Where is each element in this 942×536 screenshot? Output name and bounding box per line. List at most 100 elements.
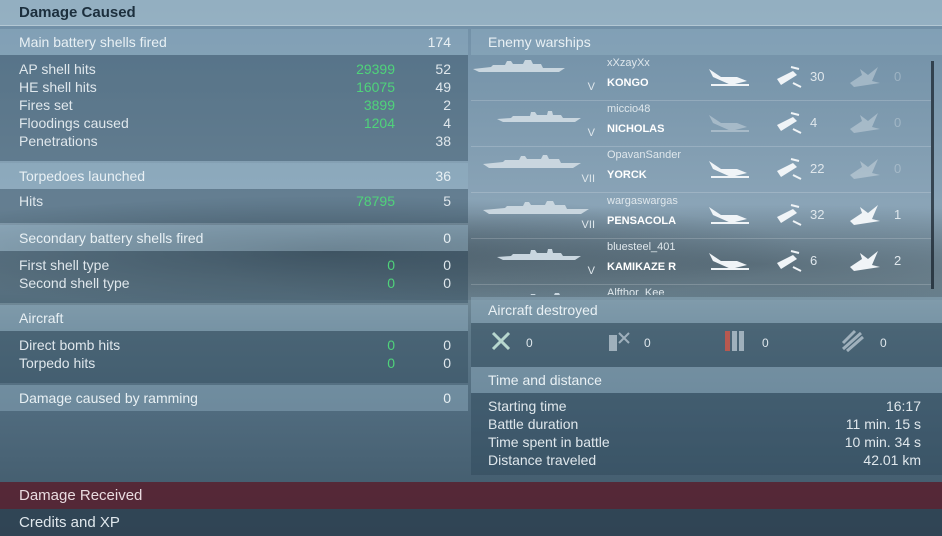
player-name: xXzayXx xyxy=(607,57,650,69)
stat-count: 52 xyxy=(435,61,451,77)
time-row: Starting time 16:17 xyxy=(488,397,921,415)
fire-icon xyxy=(850,113,880,133)
enemy-ship-row[interactable]: VII OpavanSander YORCK 22 0 xyxy=(471,147,931,193)
enemy-warships-list[interactable]: V xXzayXx KONGO 30 0 V miccio48 NICHOLAS… xyxy=(471,55,931,295)
stat-count: 5 xyxy=(443,193,451,209)
damage-received-header[interactable]: Damage Received xyxy=(0,482,942,509)
stat-row: AP shell hits 29399 52 xyxy=(19,60,451,78)
stat-damage: 3899 xyxy=(363,97,395,113)
time-label: Battle duration xyxy=(488,416,579,432)
battleship-silhouette-icon xyxy=(473,60,565,72)
fighters-destroyed-value: 0 xyxy=(526,336,533,350)
destroyer-silhouette-icon xyxy=(497,111,581,122)
fire-value: 0 xyxy=(894,161,902,176)
torpedoes-title: Torpedoes launched xyxy=(19,168,146,184)
torpedo-hits-value: 30 xyxy=(810,69,825,84)
stat-damage: 78795 xyxy=(356,193,395,209)
ship-tier: V xyxy=(587,127,595,139)
sinking-ship-icon xyxy=(709,115,749,132)
torpedo-hit-icon xyxy=(777,250,802,272)
ship-name: NICHOLAS xyxy=(607,123,665,135)
stat-damage: 0 xyxy=(387,355,395,371)
stat-label: Direct bomb hits xyxy=(19,337,121,353)
secondary-total: 0 xyxy=(443,230,451,246)
enemy-ship-row[interactable]: VII wargaswargas PENSACOLA 32 1 xyxy=(471,193,931,239)
enemy-list-scrollbar[interactable] xyxy=(931,61,934,289)
ship-silhouette-icon xyxy=(530,293,560,295)
rocket-icon xyxy=(841,329,864,353)
main-battery-total: 174 xyxy=(427,34,451,50)
time-value: 16:17 xyxy=(885,398,921,414)
stat-row: Direct bomb hits 0 0 xyxy=(19,336,451,354)
stat-damage: 29399 xyxy=(356,61,395,77)
aircraft-title: Aircraft xyxy=(19,310,64,326)
ship-tier: VII xyxy=(581,219,595,231)
left-stats-column: Main battery shells fired 174 AP shell h… xyxy=(0,27,468,480)
enemy-ship-row[interactable]: V xXzayXx KONGO 30 0 xyxy=(471,55,931,101)
bomb-icon xyxy=(609,332,630,351)
stat-row: First shell type 0 0 xyxy=(19,256,451,274)
stat-row: Penetrations 38 xyxy=(19,132,451,150)
time-row: Battle duration 11 min. 15 s xyxy=(488,415,921,433)
torpedo-hits-value: 4 xyxy=(810,115,818,130)
stat-damage: 16075 xyxy=(356,79,395,95)
player-name: miccio48 xyxy=(607,103,651,115)
torpedo-hit-icon xyxy=(777,66,802,88)
torpedo-hit-icon xyxy=(777,204,802,226)
main-battery-header: Main battery shells fired 174 xyxy=(0,29,468,55)
torpedoes-body: Hits 78795 5 xyxy=(0,189,468,223)
time-value: 11 min. 15 s xyxy=(845,416,921,432)
damage-caused-header[interactable]: Damage Caused xyxy=(0,0,942,26)
stat-row: Fires set 3899 2 xyxy=(19,96,451,114)
torpedoes-header: Torpedoes launched 36 xyxy=(0,163,468,189)
stat-damage: 0 xyxy=(387,337,395,353)
torpedo-hit-icon xyxy=(777,112,802,134)
player-name: Alfthor_Kee xyxy=(607,287,665,295)
aircraft-header: Aircraft xyxy=(0,305,468,331)
enemy-warships-header: Enemy warships xyxy=(471,29,942,55)
fire-value: 2 xyxy=(894,253,902,268)
stat-count: 0 xyxy=(443,337,451,353)
ship-tier: V xyxy=(587,81,595,93)
stat-row: Torpedo hits 0 0 xyxy=(19,354,451,372)
stat-damage: 0 xyxy=(387,257,395,273)
stat-count: 0 xyxy=(443,275,451,291)
damage-caused-title: Damage Caused xyxy=(19,4,136,21)
torpedo-bombers-destroyed-value: 0 xyxy=(762,336,769,350)
enemy-ship-row[interactable]: Alfthor_Kee xyxy=(471,285,931,295)
aircraft-destroyed-body: 0 0 0 0 xyxy=(471,323,942,367)
time-distance-body: Starting time 16:17 Battle duration 11 m… xyxy=(471,393,942,475)
fire-icon xyxy=(850,251,880,271)
fire-icon xyxy=(850,205,880,225)
player-name: OpavanSander xyxy=(607,149,681,161)
secondary-body: First shell type 0 0 Second shell type 0… xyxy=(0,251,468,303)
stat-count: 49 xyxy=(435,79,451,95)
fire-value: 0 xyxy=(894,115,902,130)
stat-row: HE shell hits 16075 49 xyxy=(19,78,451,96)
time-label: Distance traveled xyxy=(488,452,597,468)
cruiser-silhouette-icon xyxy=(483,201,589,214)
time-distance-title: Time and distance xyxy=(488,372,602,388)
sinking-ship-icon xyxy=(709,69,749,86)
credits-xp-header[interactable]: Credits and XP xyxy=(0,509,942,536)
fire-icon xyxy=(850,159,880,179)
sinking-ship-icon xyxy=(709,161,749,178)
time-label: Starting time xyxy=(488,398,567,414)
torpedo-hits-value: 32 xyxy=(810,207,825,222)
enemy-ship-row[interactable]: V bluesteel_401 KAMIKAZE R 6 2 xyxy=(471,239,931,285)
stat-label: Hits xyxy=(19,193,44,209)
fire-value: 1 xyxy=(894,207,902,222)
fire-icon xyxy=(850,67,880,87)
enemy-ship-row[interactable]: V miccio48 NICHOLAS 4 0 xyxy=(471,101,931,147)
stat-count: 4 xyxy=(443,115,451,131)
stat-damage: 0 xyxy=(387,275,395,291)
secondary-header: Secondary battery shells fired 0 xyxy=(0,225,468,251)
torpedo-hits-value: 22 xyxy=(810,161,825,176)
right-stats-column: Enemy warships V xXzayXx KONGO 30 0 V mi… xyxy=(471,27,942,480)
sinking-ship-icon xyxy=(709,207,749,224)
main-battery-title: Main battery shells fired xyxy=(19,34,167,50)
secondary-title: Secondary battery shells fired xyxy=(19,230,204,246)
aircraft-destroyed-header: Aircraft destroyed xyxy=(471,297,942,323)
time-value: 42.01 km xyxy=(863,452,921,468)
fighter-plane-icon xyxy=(491,331,511,351)
